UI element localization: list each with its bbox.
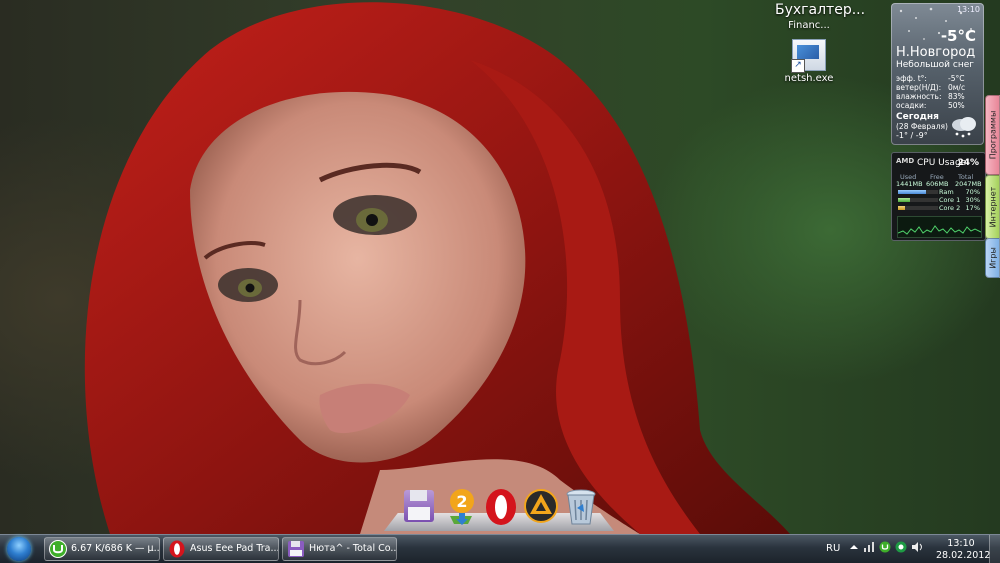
taskbar: 6.67 K/686 K — µ... Asus Eee Pad Tra... …	[0, 534, 1000, 563]
recycle-bin-icon[interactable]	[562, 486, 600, 525]
desktop-fence: Бухгалтер... Financ... ↗ netsh.exe	[770, 0, 865, 90]
cpu-history-graph	[897, 216, 982, 238]
floppy-disk-icon[interactable]	[400, 486, 438, 524]
tray-app-icon[interactable]	[895, 541, 907, 553]
weather-row-label: ветер(Н/Д):	[896, 83, 942, 92]
fence-title[interactable]: Бухгалтер...	[775, 2, 865, 18]
weather-condition: Небольшой снег	[896, 60, 974, 70]
aimp-player-icon[interactable]	[522, 486, 560, 524]
weather-row-label: влажность:	[896, 92, 942, 101]
cpu-usage-value: 24%	[957, 158, 979, 168]
cpu-usage-gadget[interactable]: AMD CPU Usage 24% Used Free Total 1441MB…	[891, 152, 986, 241]
weather-time: 13:10	[956, 5, 980, 14]
weather-row-value: 50%	[948, 101, 965, 110]
taskbar-button-total-commander[interactable]: Нюта^ - Total Co...	[282, 537, 397, 561]
weather-temperature: -5°C	[940, 27, 976, 45]
taskbar-button-label: Asus Eee Pad Tra...	[190, 543, 279, 554]
side-tab-internet-label: Интернет	[988, 186, 997, 228]
weather-row-label: осадки:	[896, 101, 927, 110]
language-indicator[interactable]: RU	[826, 543, 840, 554]
mem-free: 606MB	[926, 180, 949, 188]
start-button[interactable]	[3, 536, 36, 562]
core2-label: Core 2	[939, 204, 961, 212]
download-badge: 2	[456, 492, 467, 511]
download-manager-icon[interactable]: 2	[442, 486, 480, 525]
tray-volume-icon[interactable]	[911, 541, 923, 553]
ram-label: Ram	[939, 188, 954, 196]
shortcut-top-label[interactable]: Financ...	[776, 20, 842, 31]
tray-utorrent-icon[interactable]	[879, 541, 891, 553]
opera-icon	[169, 540, 185, 558]
taskbar-button-label: 6.67 K/686 K — µ...	[71, 543, 160, 554]
shortcut-arrow-icon: ↗	[791, 59, 805, 73]
taskbar-clock[interactable]: 13:10 28.02.2012	[936, 538, 991, 562]
exe-icon: ↗	[791, 39, 826, 73]
mem-used: 1441MB	[896, 180, 923, 188]
core2-value: 17%	[965, 204, 980, 212]
taskbar-button-utorrent[interactable]: 6.67 K/686 K — µ...	[44, 537, 160, 561]
opera-icon[interactable]	[482, 486, 520, 525]
side-tab-games[interactable]: Игры	[985, 238, 1000, 278]
dock-launcher: 2	[376, 486, 622, 532]
weather-row-value: -5°C	[948, 74, 965, 83]
tray-expand-icon[interactable]	[848, 541, 860, 553]
side-tab-games-label: Игры	[988, 247, 997, 269]
clock-date: 28.02.2012	[936, 550, 991, 561]
core2-bar	[898, 206, 938, 210]
core1-value: 30%	[965, 196, 980, 204]
desktop-shortcut-netsh[interactable]: Financ... ↗ netsh.exe	[776, 20, 842, 84]
weather-today-range: -1° / -9°	[896, 131, 928, 140]
weather-gadget[interactable]: 13:10 -5°C Н.Новгород Небольшой снег эфф…	[891, 3, 984, 145]
taskbar-button-label: Нюта^ - Total Co...	[309, 543, 397, 554]
clock-time: 13:10	[947, 538, 975, 549]
floppy-disk-icon	[288, 541, 304, 557]
ram-value: 70%	[965, 188, 980, 196]
mem-total: 2047MB	[955, 180, 982, 188]
weather-row-value: 0м/с	[948, 83, 966, 92]
snow-cloud-icon	[952, 117, 976, 138]
wallpaper-portrait	[84, 2, 790, 534]
show-desktop-button[interactable]	[989, 535, 1000, 563]
side-tab-programs-label: Программы	[988, 110, 997, 160]
windows-logo-icon	[7, 537, 31, 561]
core1-bar	[898, 198, 938, 202]
tray-network-icon[interactable]	[863, 541, 875, 553]
shortcut-label: netsh.exe	[784, 73, 834, 84]
weather-row-value: 83%	[948, 92, 965, 101]
core1-label: Core 1	[939, 196, 961, 204]
ram-bar	[898, 190, 938, 194]
weather-today-date: (28 Февраля)	[896, 122, 948, 131]
side-tab-programs[interactable]: Программы	[985, 95, 1000, 175]
amd-logo: AMD	[896, 157, 915, 165]
side-tab-internet[interactable]: Интернет	[985, 175, 1000, 239]
weather-today-label: Сегодня	[896, 112, 939, 122]
utorrent-icon	[49, 540, 67, 558]
desktop-wallpaper	[0, 0, 1000, 534]
weather-row-label: эфф. t°:	[896, 74, 927, 83]
taskbar-button-opera[interactable]: Asus Eee Pad Tra...	[163, 537, 279, 561]
weather-city: Н.Новгород	[896, 45, 976, 60]
